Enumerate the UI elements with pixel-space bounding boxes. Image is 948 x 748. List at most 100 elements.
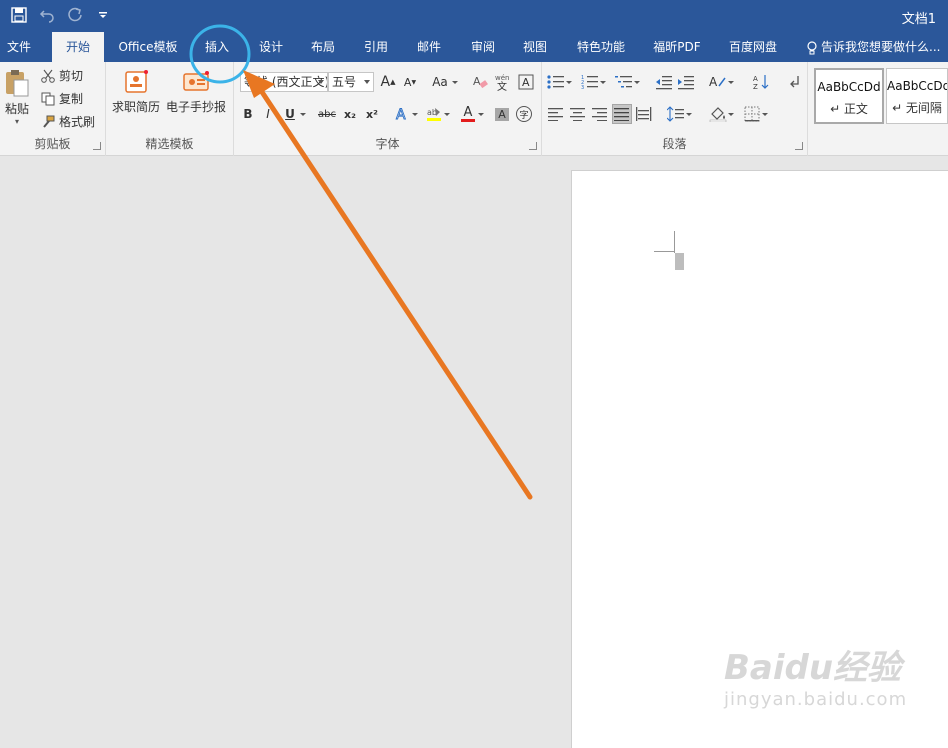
styles-group: AaBbCcDd ↵ 正文 AaBbCcDd ↵ 无间隔 [808,62,948,156]
redo-icon[interactable] [64,4,86,26]
tab-baidu-netdisk[interactable]: 百度网盘 [722,32,784,62]
tab-home[interactable]: 开始 [52,32,104,62]
highlight-button[interactable]: ab [424,104,450,124]
tab-view[interactable]: 视图 [514,32,556,62]
phonetic-guide-button[interactable]: wén 文 [492,72,512,92]
font-size-value: 五号 [332,75,357,89]
shrink-font-icon: A [403,75,412,89]
shrink-font-button[interactable]: A ▼ [400,72,420,92]
align-right-button[interactable] [590,104,610,124]
subscript-icon: x₂ [344,107,356,121]
tab-mailings[interactable]: 邮件 [408,32,450,62]
eraser-icon: A [473,75,488,89]
text-effects-icon: A [396,107,407,122]
tab-office-templates[interactable]: Office模板 [110,32,186,62]
text-effects-button[interactable]: A [392,104,418,124]
cut-button[interactable]: 剪切 [40,67,83,84]
copy-button[interactable]: 复制 [40,90,83,107]
increase-indent-button[interactable] [676,72,696,92]
sort-icon: AZ [753,75,769,91]
paragraph-group-label: 段落 [662,137,687,151]
show-formatting-marks-button[interactable] [784,72,804,92]
paintbrush-icon [40,114,56,130]
style-normal[interactable]: AaBbCcDd ↵ 正文 [814,68,884,124]
undo-icon[interactable] [36,4,58,26]
line-spacing-button[interactable] [666,104,692,124]
svg-text:A: A [473,75,481,88]
paragraph-launcher-icon[interactable] [795,142,803,150]
watermark-line2: jingyan.baidu.com [724,689,908,710]
grow-font-icon: A [380,74,391,90]
handwritten-template-button[interactable]: 电子手抄报 [166,70,226,115]
decrease-indent-button[interactable] [654,72,674,92]
font-color-swatch [461,119,475,122]
chinese-layout-icon: A [709,75,726,89]
customize-qat-icon[interactable] [92,4,114,26]
resume-template-button[interactable]: 求职简历 [112,70,160,115]
character-border-button[interactable]: A [516,72,536,92]
strikethrough-icon: abc [318,108,336,120]
align-left-icon [548,108,563,121]
chevron-down-icon [318,80,324,84]
paste-button[interactable]: 粘贴 ▾ [2,68,32,126]
borders-button[interactable] [742,104,768,124]
clear-formatting-button[interactable]: A [470,72,490,92]
font-size-select[interactable]: 五号 [328,72,374,92]
subscript-button[interactable]: x₂ [340,104,360,124]
chinese-layout-button[interactable]: A [708,72,734,92]
tell-me-search[interactable]: 告诉我您想要做什么... [806,32,940,62]
tab-review[interactable]: 审阅 [462,32,504,62]
multilevel-list-icon [615,76,632,88]
underline-button[interactable]: U [280,104,306,124]
lightbulb-icon [807,40,817,54]
tab-layout[interactable]: 布局 [302,32,344,62]
title-bar: 文档1 [0,0,948,32]
enclose-characters-button[interactable]: 字 [514,104,534,124]
font-launcher-icon[interactable] [529,142,537,150]
justify-button[interactable] [612,104,632,124]
tab-special-features[interactable]: 特色功能 [568,32,634,62]
handwritten-template-label: 电子手抄报 [166,100,227,114]
page-corner-mark-horizontal [654,251,674,252]
superscript-icon: x² [366,107,378,121]
paint-bucket-icon [709,107,727,122]
enclose-characters-icon: 字 [516,106,532,122]
paste-dropdown-arrow-icon: ▾ [14,117,19,126]
numbering-button[interactable]: 123 [580,72,606,92]
paragraph-mark-icon [790,76,799,88]
bold-button[interactable]: B [238,104,258,124]
clipboard-launcher-icon[interactable] [93,142,101,150]
character-shading-button[interactable]: A [492,104,512,124]
tab-references[interactable]: 引用 [355,32,397,62]
highlighter-icon: ab [427,108,441,121]
shading-button[interactable] [708,104,734,124]
tab-foxit-pdf[interactable]: 福昕PDF [644,32,710,62]
paste-label: 粘贴 [4,102,29,116]
line-spacing-icon [667,106,684,122]
format-painter-button[interactable]: 格式刷 [40,113,95,130]
templates-group-label: 精选模板 [145,137,194,151]
grow-font-button[interactable]: A ▲ [378,72,398,92]
bold-icon: B [243,107,253,121]
quick-access-toolbar [8,4,114,26]
distributed-button[interactable] [634,104,654,124]
bullets-button[interactable] [546,72,572,92]
change-case-button[interactable]: Aa [428,72,458,92]
font-color-button[interactable]: A [458,104,484,124]
tab-file[interactable]: 文件 [0,32,38,62]
sort-button[interactable]: AZ [752,72,772,92]
save-icon[interactable] [8,4,30,26]
font-name-select[interactable]: 等线 (西文正文) [240,72,328,92]
italic-button[interactable]: I [258,104,278,124]
strikethrough-button[interactable]: abc [314,104,340,124]
tab-design[interactable]: 设计 [250,32,292,62]
tell-me-text: 告诉我您想要做什么... [821,40,941,54]
resume-template-label: 求职简历 [112,100,161,114]
align-left-button[interactable] [546,104,566,124]
tab-insert[interactable]: 插入 [196,32,238,62]
style-no-spacing[interactable]: AaBbCcDd ↵ 无间隔 [886,68,948,124]
superscript-button[interactable]: x² [362,104,382,124]
svg-text:A: A [709,75,718,89]
align-center-button[interactable] [568,104,588,124]
multilevel-list-button[interactable] [614,72,640,92]
